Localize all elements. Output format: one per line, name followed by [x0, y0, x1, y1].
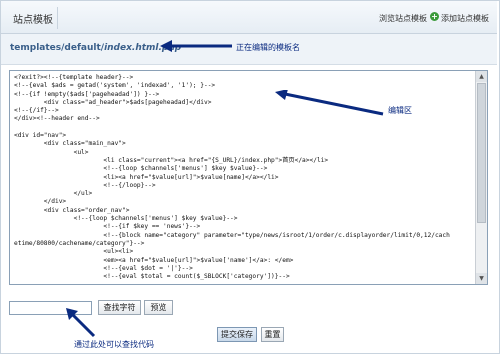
code-line[interactable]: etime/80800/cachename/category"}-->	[14, 240, 472, 248]
code-line[interactable]	[14, 124, 472, 132]
code-line[interactable]: </ul>	[14, 190, 472, 198]
code-line[interactable]: <!--{block name="category" parameter="ty…	[14, 232, 472, 240]
code-line[interactable]: <!--{/loop}-->	[14, 182, 472, 190]
code-line[interactable]: </div><!--header end-->	[14, 115, 472, 123]
scroll-down-icon[interactable]: ▼	[476, 273, 487, 284]
annotation-editing-name: 正在编辑的模板名	[236, 43, 300, 52]
code-line[interactable]: <!--{if !empty($ads['pageheadad']) }-->	[14, 91, 472, 99]
code-line[interactable]: <div id="nav">	[14, 132, 472, 140]
code-line[interactable]: <!--{eval $dot = '|'}-->	[14, 265, 472, 273]
add-template-link[interactable]: 添加站点模板	[441, 13, 489, 24]
code-line[interactable]: <!--{loop $channels['menus'] $key $value…	[14, 215, 472, 223]
code-line[interactable]: <ul>	[14, 149, 472, 157]
code-line[interactable]: <!--{loop $channels['menus'] $key $value…	[14, 165, 472, 173]
submit-save-button[interactable]: 提交保存	[217, 327, 257, 342]
page-header: 站点模板 浏览站点模板 + 添加站点模板	[1, 1, 497, 34]
arrow-editing-name-icon	[160, 40, 232, 52]
scroll-up-icon[interactable]: ▲	[476, 71, 487, 82]
code-line[interactable]: <li><a href="$value[url]">$value[name]</…	[14, 174, 472, 182]
scroll-thumb[interactable]	[477, 83, 486, 223]
template-path: templates/default/index.html.php	[10, 43, 181, 53]
code-line[interactable]: <!--{if $key == 'news'}-->	[14, 223, 472, 231]
code-line[interactable]: <em><a href="$value[url]">$value['name']…	[14, 257, 472, 265]
annotation-editor-area: 编辑区	[388, 105, 412, 116]
code-line[interactable]: <div class="order_nav">	[14, 207, 472, 215]
code-editor[interactable]: <?exit?><!--{template header}--> <!--{eva…	[9, 70, 488, 285]
code-line[interactable]: <!--{eval $total = count($_SBLOCK['categ…	[14, 273, 472, 281]
code-line[interactable]: <?exit?><!--{template header}-->	[14, 74, 472, 82]
code-line[interactable]: <ul><li>	[14, 248, 472, 256]
editor-scrollbar[interactable]: ▲ ▼	[475, 71, 487, 284]
add-icon[interactable]: +	[430, 12, 439, 21]
preview-button[interactable]: 预览	[144, 300, 173, 315]
code-line[interactable]: <div class="main_nav">	[14, 140, 472, 148]
code-line[interactable]: <li class="current"><a href="{S_URL}/ind…	[14, 157, 472, 165]
page-title: 站点模板	[13, 15, 53, 26]
code-line[interactable]: </div>	[14, 198, 472, 206]
arrow-search-hint-icon	[66, 308, 96, 338]
header-divider	[57, 7, 58, 29]
reset-button[interactable]: 重置	[261, 327, 284, 342]
arrow-editor-area-icon	[275, 90, 384, 116]
code-line[interactable]: <!--{eval $ads = getad('system', 'indexa…	[14, 82, 472, 90]
browse-templates-link[interactable]: 浏览站点模板	[379, 13, 427, 24]
annotation-search-hint: 通过此处可以查找代码	[74, 340, 154, 349]
find-button[interactable]: 查找字符	[98, 300, 141, 315]
template-path-prefix: templates/default/	[10, 43, 105, 53]
